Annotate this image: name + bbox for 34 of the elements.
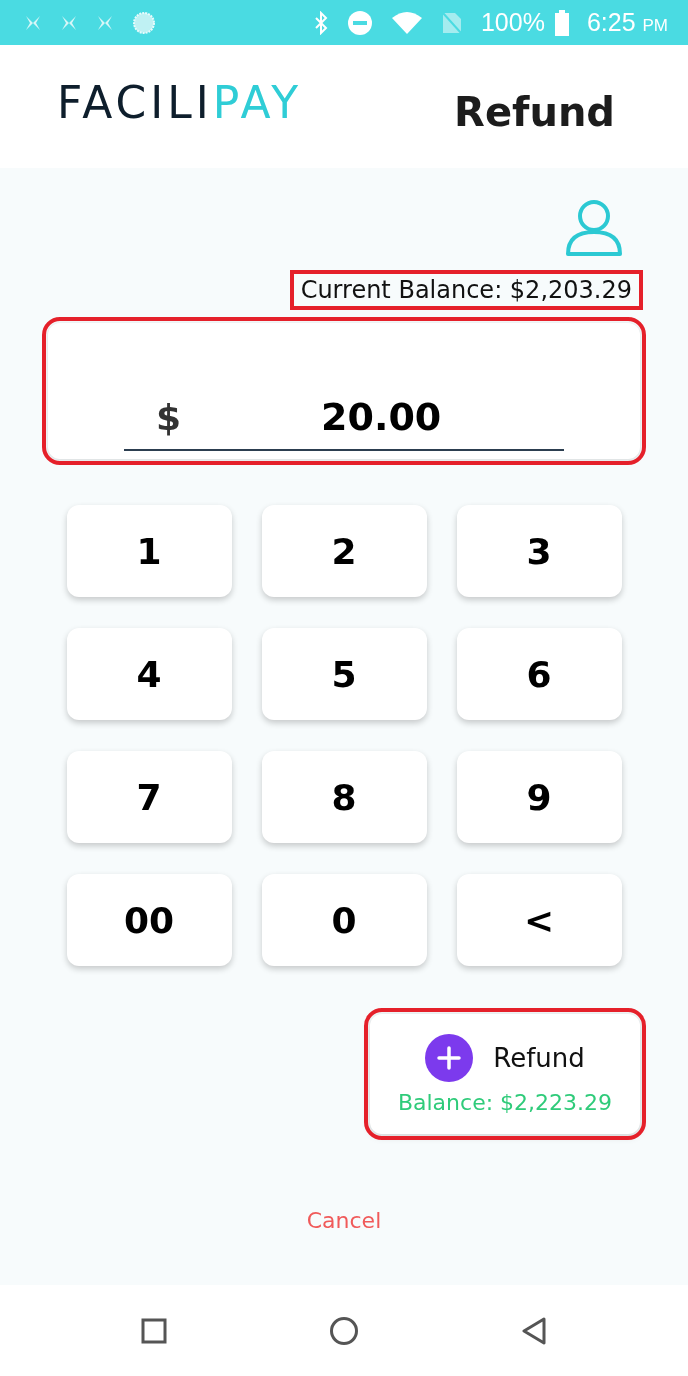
keypad-key[interactable]: 9 [456, 751, 622, 843]
clock: 6:25 PM [586, 8, 668, 37]
butterfly-icon [24, 13, 42, 32]
amount-field[interactable]: $ 20.00 [124, 395, 564, 451]
keypad-key[interactable]: 2 [261, 505, 427, 597]
keypad-key[interactable]: < [456, 874, 622, 966]
butterfly-icon [96, 13, 114, 32]
keypad-key[interactable]: 8 [261, 751, 427, 843]
home-button[interactable] [329, 1315, 359, 1346]
keypad-key[interactable]: 7 [66, 751, 232, 843]
sun-icon [132, 10, 156, 35]
keypad-key[interactable]: 00 [66, 874, 232, 966]
no-sim-icon [440, 10, 463, 35]
keypad-key[interactable]: 3 [456, 505, 622, 597]
battery-icon [554, 9, 569, 36]
page-title: Refund [454, 88, 615, 135]
bluetooth-icon [312, 10, 329, 35]
refund-label: Refund [493, 1042, 585, 1073]
butterfly-icon [60, 13, 78, 32]
amount-value: 20.00 [321, 395, 442, 439]
keypad-key[interactable]: 4 [66, 628, 232, 720]
recents-button[interactable] [141, 1317, 167, 1344]
back-button[interactable] [521, 1316, 547, 1345]
keypad-key[interactable]: 5 [261, 628, 427, 720]
battery-percentage: 100% [480, 8, 545, 37]
plus-icon [425, 1033, 474, 1082]
wifi-icon [390, 10, 423, 35]
new-balance: Balance: $2,223.29 [397, 1089, 613, 1115]
do-not-disturb-icon [346, 9, 373, 36]
logo: FACILI PAY [57, 77, 303, 128]
keypad-key[interactable]: 1 [66, 505, 232, 597]
currency-symbol: $ [156, 396, 182, 438]
keypad-key[interactable]: 0 [261, 874, 427, 966]
keypad-key[interactable]: 6 [456, 628, 622, 720]
